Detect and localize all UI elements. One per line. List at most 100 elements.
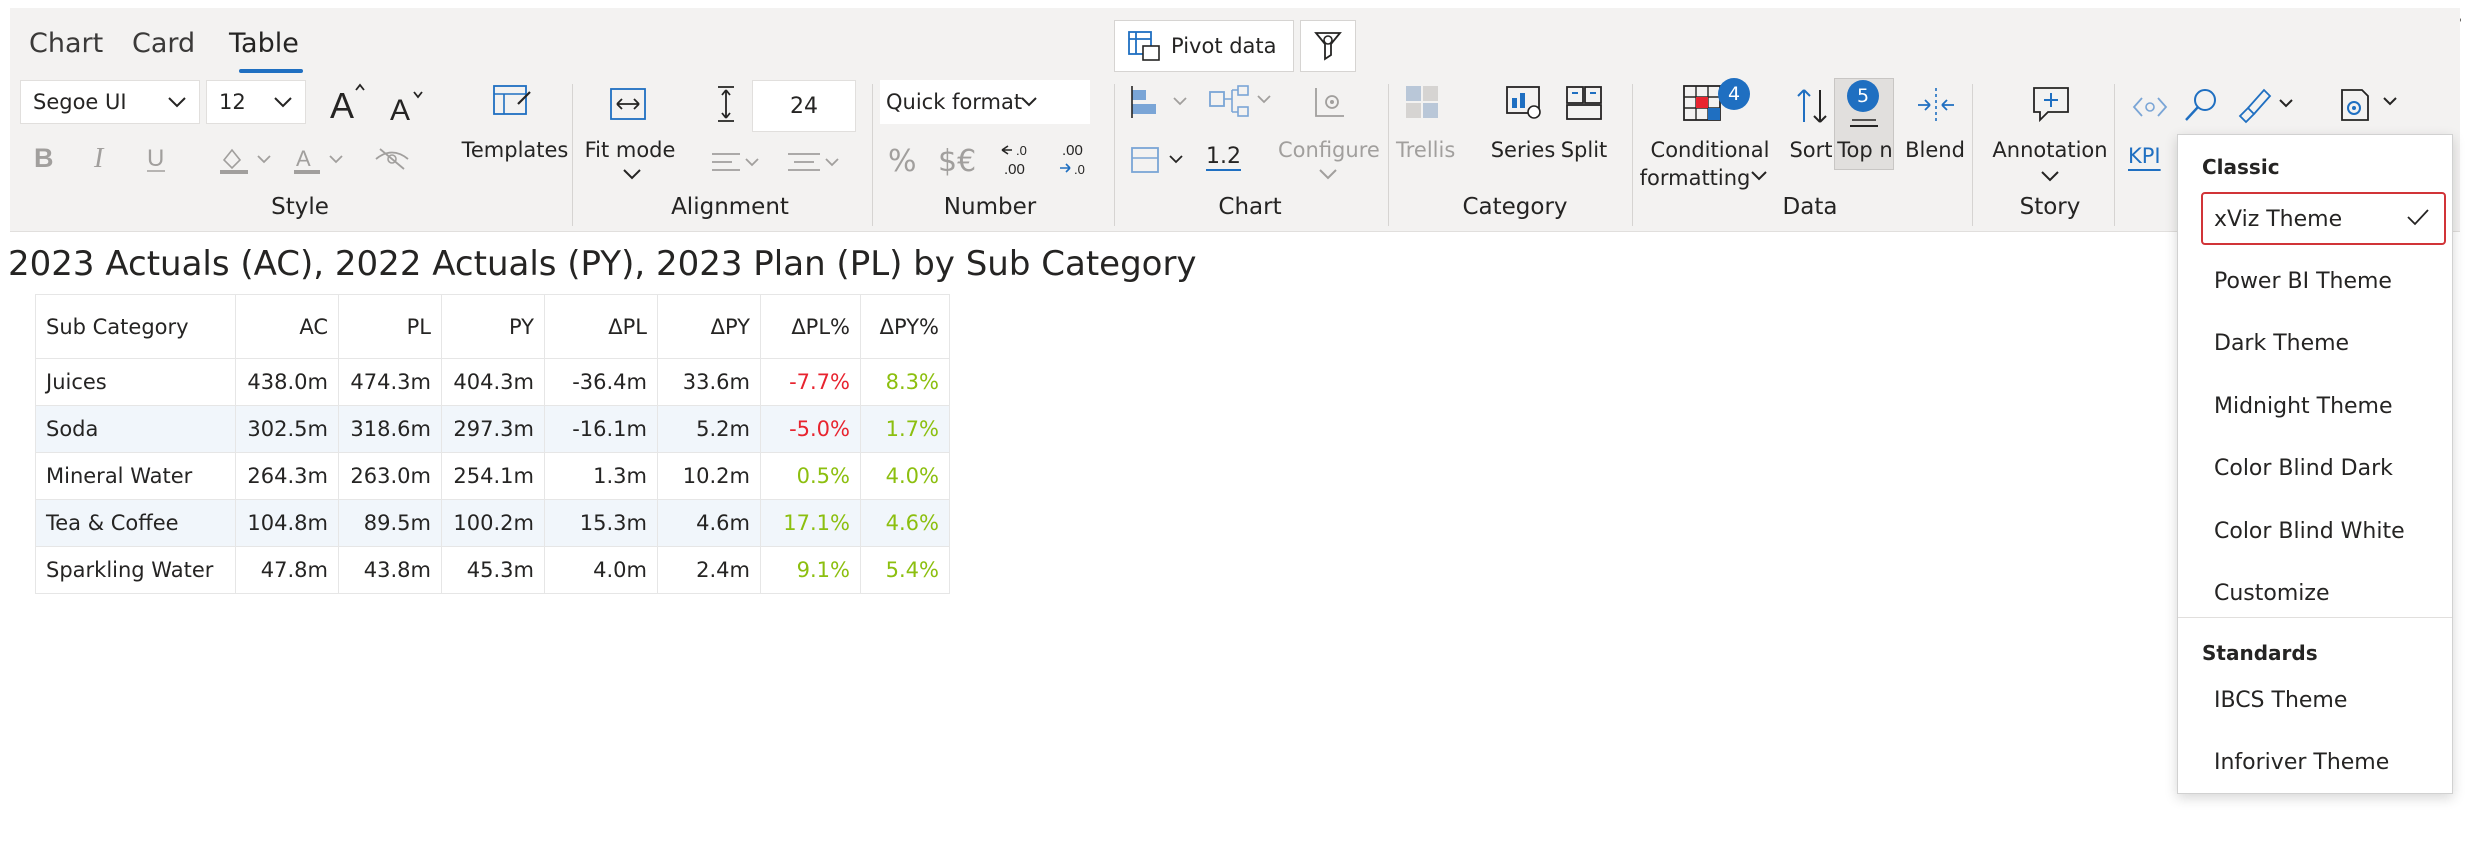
column-header[interactable]: ΔPL% xyxy=(760,294,861,359)
font-family-value: Segoe UI xyxy=(33,90,127,114)
split-label[interactable]: Split xyxy=(1554,138,1614,162)
table-header-row: Sub Category AC PL PY ΔPL ΔPY ΔPL% ΔPY% xyxy=(35,294,950,359)
annotation-icon[interactable] xyxy=(2030,84,2072,124)
configure-label[interactable]: Configure xyxy=(1278,138,1380,162)
quick-format-dropdown[interactable]: Quick format xyxy=(880,80,1090,124)
tab-chart[interactable]: Chart xyxy=(29,24,103,64)
table-cell: 10.2m xyxy=(657,452,761,500)
font-family-dropdown[interactable]: Segoe UI xyxy=(20,80,200,124)
category-group-label: Category xyxy=(1462,194,1568,220)
column-header[interactable]: AC xyxy=(235,294,339,359)
menu-item-label: Inforiver Theme xyxy=(2214,749,2390,775)
table-cell: 297.3m xyxy=(441,405,545,453)
chart-layout-icon[interactable] xyxy=(1130,84,1196,120)
font-color-icon[interactable]: A xyxy=(292,142,352,176)
chevron-down-icon[interactable] xyxy=(1318,168,1338,180)
font-size-dropdown[interactable]: 12 xyxy=(206,80,306,124)
data-table: Sub Category AC PL PY ΔPL ΔPY ΔPL% ΔPY% … xyxy=(35,294,950,594)
table-cell: 4.0m xyxy=(544,546,658,594)
conditional-formatting-icon[interactable] xyxy=(1682,84,1722,122)
sort-icon[interactable] xyxy=(1794,86,1830,126)
chevron-down-icon[interactable] xyxy=(1750,170,1768,182)
configure-icon[interactable] xyxy=(1308,82,1348,122)
split-icon[interactable] xyxy=(1564,84,1604,122)
chevron-down-icon[interactable] xyxy=(2040,170,2060,182)
conditional-formatting-label-2[interactable]: formatting xyxy=(1630,166,1760,190)
trellis-label[interactable]: Trellis xyxy=(1396,138,1455,162)
number-group-label: Number xyxy=(943,194,1037,220)
active-tab-indicator xyxy=(239,69,303,73)
table-cell: 4.6m xyxy=(657,499,761,547)
blend-label[interactable]: Blend xyxy=(1902,138,1968,162)
search-icon[interactable] xyxy=(2182,86,2220,124)
blend-icon[interactable] xyxy=(1916,86,1956,124)
row-height-input[interactable]: 24 xyxy=(752,80,856,132)
table-row[interactable]: Tea & Coffee 104.8m 89.5m 100.2m 15.3m 4… xyxy=(35,499,950,547)
trellis-icon[interactable] xyxy=(1404,84,1440,120)
top-n-badge: 5 xyxy=(1847,80,1879,112)
menu-item-inforiver-theme[interactable]: Inforiver Theme xyxy=(2202,736,2446,788)
menu-item-power-bi-theme[interactable]: Power BI Theme xyxy=(2202,255,2446,307)
tab-table[interactable]: Table xyxy=(229,24,299,64)
chart-scale-value[interactable]: 1.2 xyxy=(1206,144,1241,169)
menu-item-label: Customize xyxy=(2214,580,2330,606)
tab-card[interactable]: Card xyxy=(132,24,195,64)
column-header[interactable]: PL xyxy=(338,294,442,359)
chevron-down-icon[interactable] xyxy=(622,168,642,180)
row-height-value: 24 xyxy=(790,93,818,119)
table-row[interactable]: Soda 302.5m 318.6m 297.3m -16.1m 5.2m -5… xyxy=(35,405,950,453)
svg-text:B: B xyxy=(34,143,54,172)
bold-icon[interactable]: B xyxy=(32,142,58,172)
decrease-font-icon[interactable]: A xyxy=(388,86,428,126)
pivot-data-button[interactable]: Pivot data xyxy=(1114,20,1294,72)
fit-mode-label[interactable]: Fit mode xyxy=(580,138,680,162)
column-header[interactable]: ΔPY xyxy=(657,294,761,359)
column-header[interactable]: Sub Category xyxy=(35,294,236,359)
fill-color-icon[interactable] xyxy=(218,142,278,176)
currency-format-button[interactable]: $€ xyxy=(938,144,976,179)
theme-dropdown-menu: Classic xViz Theme Power BI Theme Dark T… xyxy=(2177,134,2453,794)
table-cell-variance: 4.0% xyxy=(860,452,950,500)
underline-icon[interactable]: U xyxy=(144,142,170,174)
divider xyxy=(1972,84,1973,226)
hierarchy-icon[interactable] xyxy=(1208,84,1282,120)
filter-settings-button[interactable] xyxy=(1300,20,1356,72)
layout-grid-icon[interactable] xyxy=(1130,144,1192,178)
table-row[interactable]: Mineral Water 264.3m 263.0m 254.1m 1.3m … xyxy=(35,452,950,500)
templates-label[interactable]: Templates xyxy=(460,138,570,162)
menu-item-color-blind-dark[interactable]: Color Blind Dark xyxy=(2202,442,2446,494)
table-cell-variance: -5.0% xyxy=(760,405,861,453)
column-header[interactable]: PY xyxy=(441,294,545,359)
menu-item-ibcs-theme[interactable]: IBCS Theme xyxy=(2202,674,2446,726)
column-header[interactable]: ΔPY% xyxy=(860,294,950,359)
align-center-icon[interactable] xyxy=(786,150,844,176)
pivot-data-label: Pivot data xyxy=(1171,34,1277,58)
series-icon[interactable] xyxy=(1504,84,1544,122)
increase-font-icon[interactable]: A xyxy=(328,80,368,124)
menu-section-standards: Standards xyxy=(2202,641,2318,665)
column-header[interactable]: ΔPL xyxy=(544,294,658,359)
annotation-label[interactable]: Annotation xyxy=(1984,138,2116,162)
percent-format-button[interactable]: % xyxy=(888,144,917,179)
fit-mode-icon[interactable] xyxy=(608,86,648,122)
menu-item-customize[interactable]: Customize xyxy=(2202,567,2446,619)
decrease-decimal-icon[interactable]: .0.00 xyxy=(998,140,1038,180)
menu-item-dark-theme[interactable]: Dark Theme xyxy=(2202,317,2446,369)
menu-item-color-blind-white[interactable]: Color Blind White xyxy=(2202,505,2446,557)
table-row[interactable]: Sparkling Water 47.8m 43.8m 45.3m 4.0m 2… xyxy=(35,546,950,594)
sort-label[interactable]: Sort xyxy=(1786,138,1836,162)
italic-icon[interactable]: I xyxy=(90,142,116,172)
hide-icon[interactable] xyxy=(372,146,412,172)
code-icon[interactable] xyxy=(2130,92,2170,122)
conditional-formatting-label[interactable]: Conditional xyxy=(1640,138,1780,162)
settings-icon[interactable] xyxy=(2336,84,2406,124)
filter-settings-icon xyxy=(1313,30,1343,62)
kpi-label[interactable]: KPI xyxy=(2128,144,2161,168)
series-label[interactable]: Series xyxy=(1490,138,1556,162)
table-row[interactable]: Juices 438.0m 474.3m 404.3m -36.4m 33.6m… xyxy=(35,358,950,406)
menu-item-midnight-theme[interactable]: Midnight Theme xyxy=(2202,380,2446,432)
align-left-icon[interactable] xyxy=(710,150,768,176)
theme-brush-icon[interactable] xyxy=(2234,86,2304,124)
increase-decimal-icon[interactable]: .00.0 xyxy=(1056,140,1096,180)
templates-icon[interactable] xyxy=(490,82,534,122)
